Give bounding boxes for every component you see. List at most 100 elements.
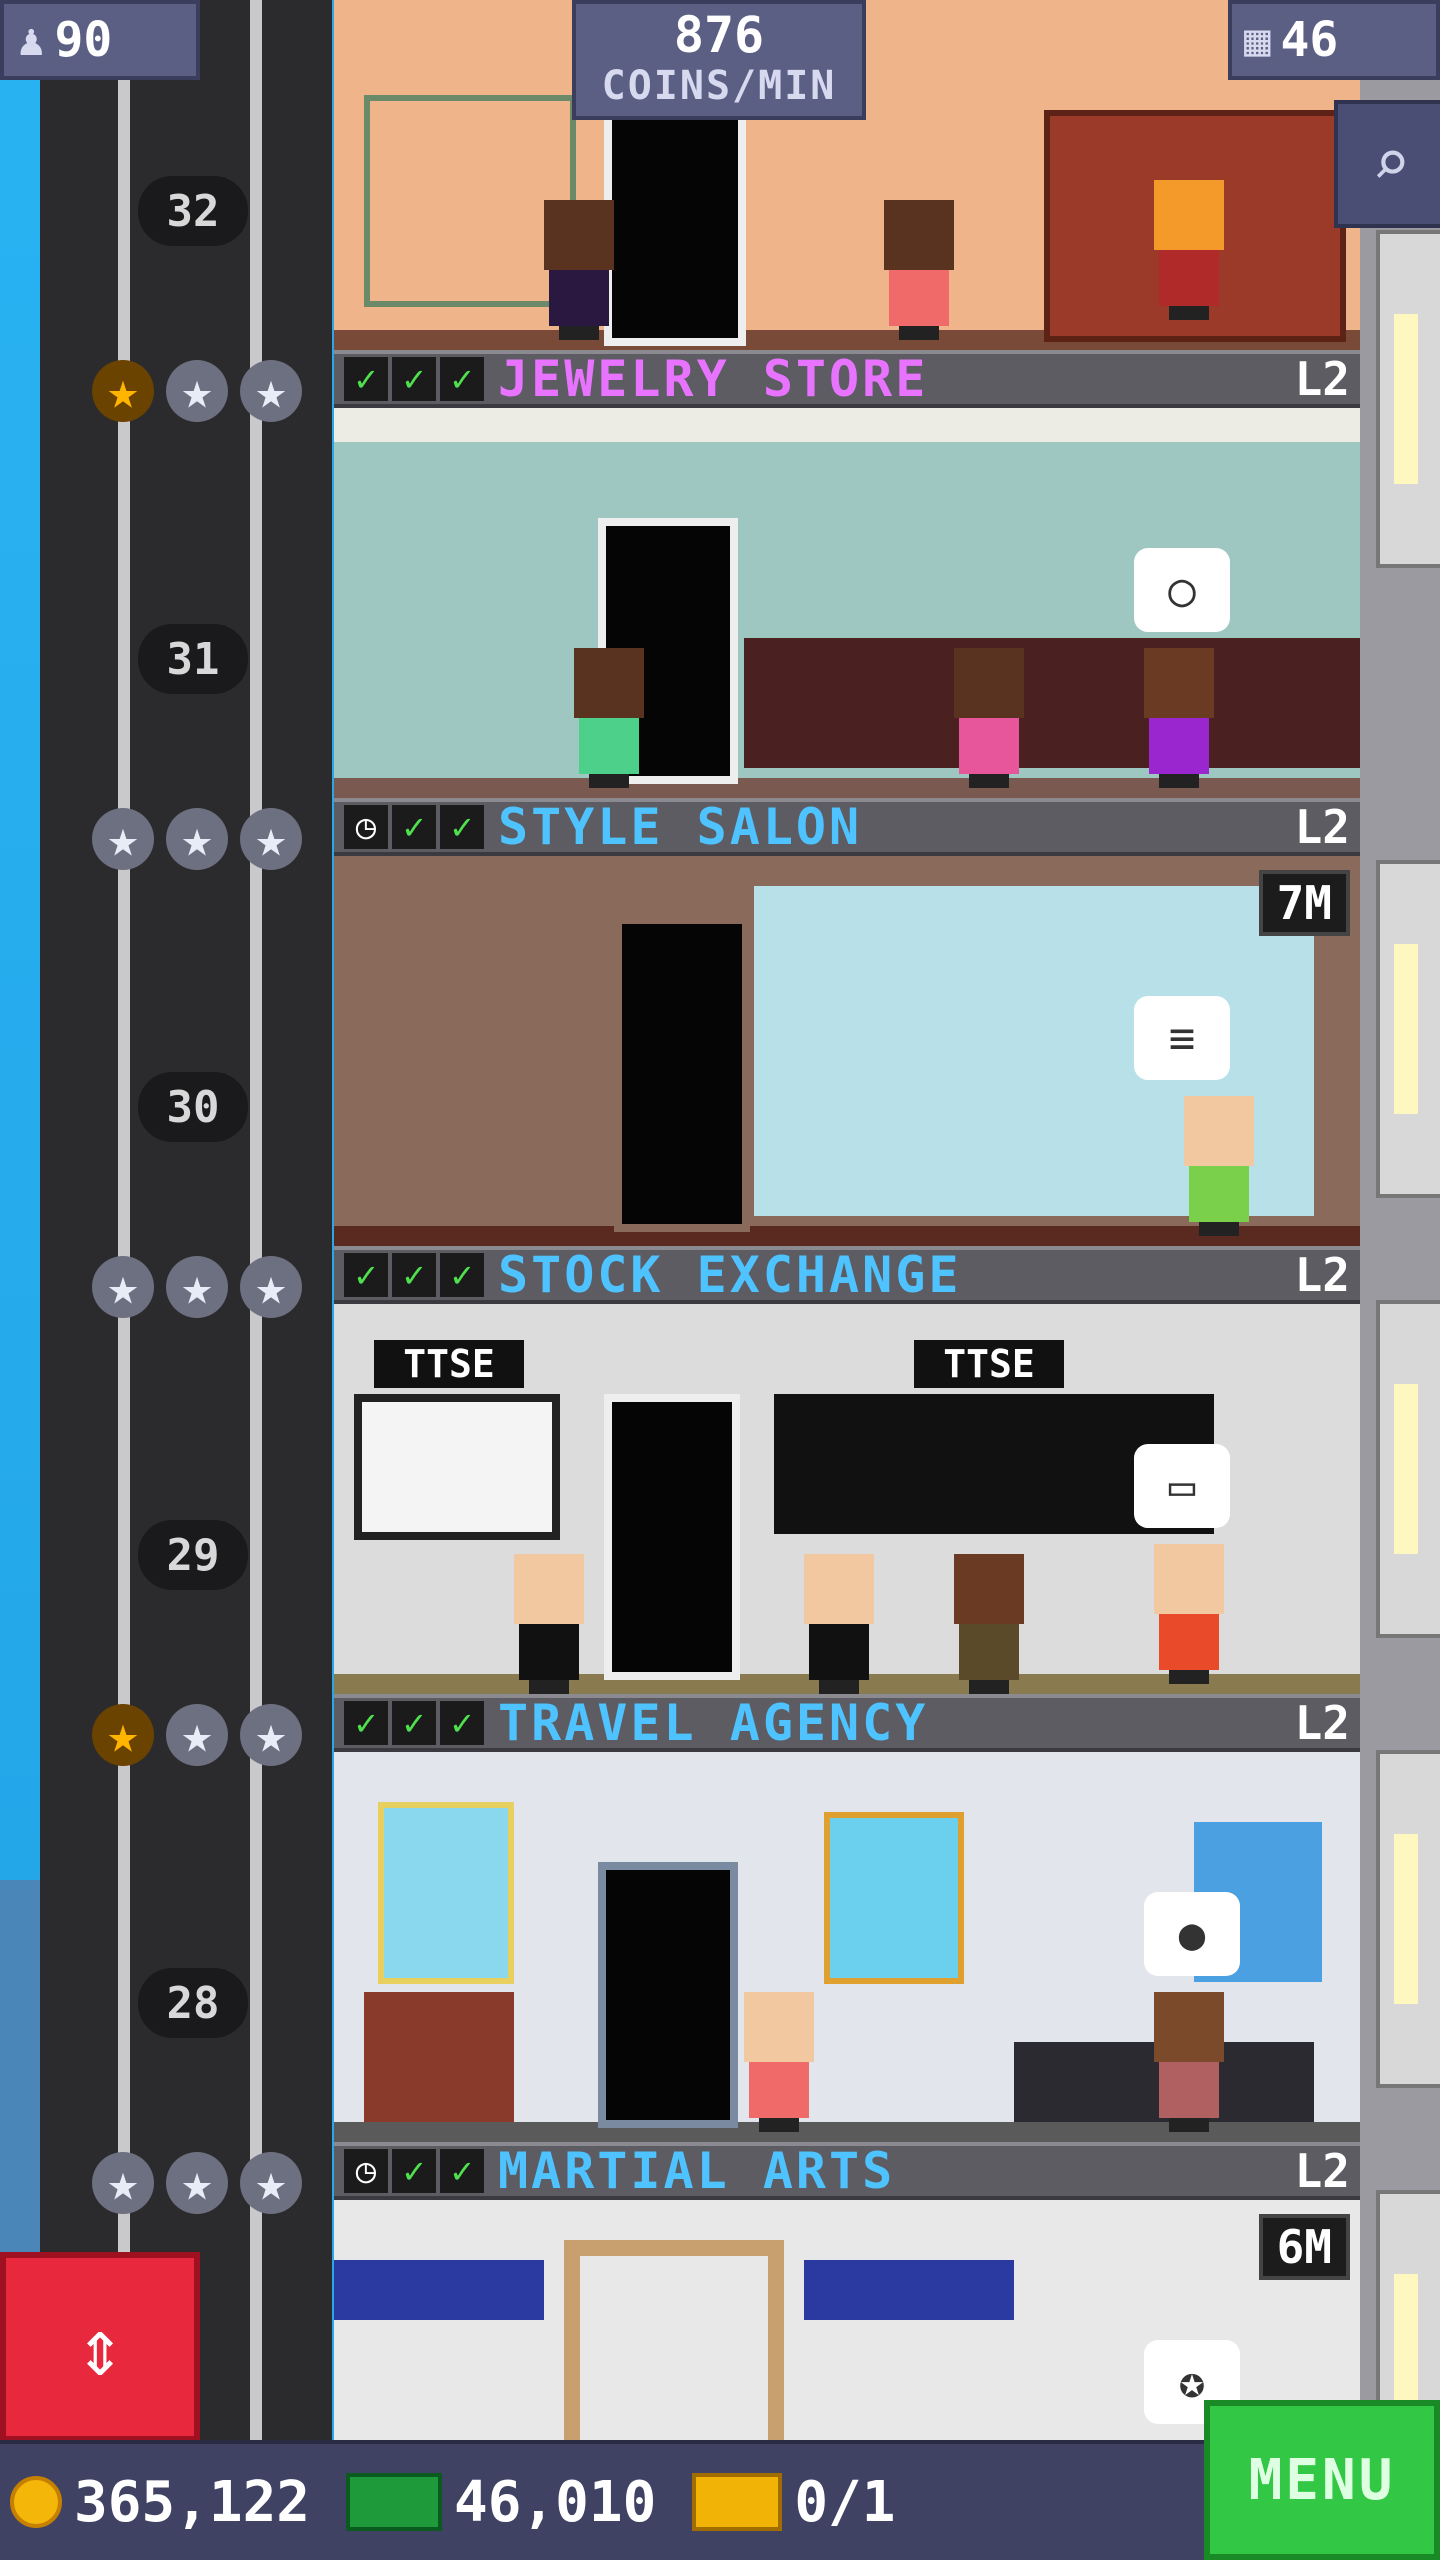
travel-poster bbox=[824, 1812, 964, 1984]
worker[interactable] bbox=[1154, 180, 1224, 320]
window-panel bbox=[1376, 860, 1440, 1198]
coins-balance[interactable]: 365,122 bbox=[10, 2470, 310, 2535]
floor-number: 30 bbox=[138, 1072, 248, 1142]
check-icon: ✓ bbox=[440, 805, 484, 849]
visitor[interactable] bbox=[544, 200, 614, 340]
trader[interactable] bbox=[954, 1554, 1024, 1694]
ticker-sign: TTSE bbox=[914, 1340, 1064, 1388]
floors-value: 46 bbox=[1280, 12, 1339, 68]
floor-header-jewelry-store[interactable]: ✓ ✓ ✓ JEWELRY STORE L2 bbox=[334, 350, 1360, 408]
building-icon: ▦ bbox=[1244, 14, 1271, 66]
floor-name: MARTIAL ARTS bbox=[498, 2142, 896, 2200]
floor-header-travel-agency[interactable]: ✓ ✓ ✓ TRAVEL AGENCY L2 bbox=[334, 1694, 1360, 1752]
silver-star-icon: ★ bbox=[240, 1704, 302, 1766]
bux-icon bbox=[346, 2473, 443, 2531]
check-icon: ✓ bbox=[392, 805, 436, 849]
gold-star-icon: ★ bbox=[92, 1704, 154, 1766]
silver-star-icon: ★ bbox=[166, 2152, 228, 2214]
search-icon[interactable]: ⌕ bbox=[1334, 100, 1440, 228]
check-icon: ✓ bbox=[392, 1701, 436, 1745]
visitor[interactable] bbox=[884, 200, 954, 340]
visitor[interactable] bbox=[1154, 1544, 1224, 1684]
trader[interactable] bbox=[514, 1554, 584, 1694]
floor-number: 32 bbox=[138, 176, 248, 246]
silver-star-icon: ★ bbox=[166, 808, 228, 870]
coins-per-min-display: 876 COINS/MIN bbox=[572, 0, 866, 120]
floor-stars: ★ ★ ★ bbox=[92, 808, 302, 870]
room-door bbox=[604, 110, 746, 346]
dojo-gate bbox=[564, 2240, 784, 2440]
population-value: 90 bbox=[54, 12, 113, 68]
visitor[interactable] bbox=[574, 648, 644, 788]
ticket-icon bbox=[692, 2473, 783, 2531]
silver-star-icon: ★ bbox=[166, 1256, 228, 1318]
check-icon: ✓ bbox=[344, 357, 388, 401]
floor-header-stock-exchange[interactable]: ✓ ✓ ✓ STOCK EXCHANGE L2 bbox=[334, 1246, 1360, 1304]
clock-icon: ◷ bbox=[344, 805, 388, 849]
window-panel bbox=[1376, 1300, 1440, 1638]
coins-per-min-value: 876 bbox=[673, 6, 765, 64]
floor-number: 29 bbox=[138, 1520, 248, 1590]
floor-name: STOCK EXCHANGE bbox=[498, 1246, 962, 1304]
floor-level: L2 bbox=[1294, 352, 1350, 406]
visitor[interactable] bbox=[1184, 1096, 1254, 1236]
silver-star-icon: ★ bbox=[240, 2152, 302, 2214]
silver-star-icon: ★ bbox=[92, 808, 154, 870]
timer-badge: 7M bbox=[1258, 870, 1350, 936]
check-icon: ✓ bbox=[440, 357, 484, 401]
gold-star-icon: ★ bbox=[92, 360, 154, 422]
floor-stars: ★ ★ ★ bbox=[92, 360, 302, 422]
person-icon: ♟ bbox=[18, 14, 45, 66]
brochure-shelf bbox=[364, 1992, 514, 2122]
travel-poster bbox=[378, 1802, 514, 1984]
coins-per-min-label: COINS/MIN bbox=[601, 63, 837, 109]
silver-star-icon: ★ bbox=[92, 2152, 154, 2214]
floor-room-31[interactable]: ◯ bbox=[334, 408, 1360, 798]
room-door bbox=[598, 1862, 738, 2128]
tickets-value: 0/1 bbox=[794, 2469, 896, 2535]
floor-level: L2 bbox=[1294, 1248, 1350, 1302]
check-icon: ✓ bbox=[440, 2149, 484, 2193]
coin-icon bbox=[10, 2476, 62, 2528]
menu-button[interactable]: MENU bbox=[1204, 2400, 1440, 2560]
room-door bbox=[604, 1394, 740, 1680]
worker[interactable] bbox=[1154, 1992, 1224, 2132]
floor-room-29[interactable]: TTSE TTSE ▭ bbox=[334, 1304, 1360, 1694]
silver-star-icon: ★ bbox=[92, 1256, 154, 1318]
floor-header-martial-arts[interactable]: ◷ ✓ ✓ MARTIAL ARTS L2 bbox=[334, 2142, 1360, 2200]
visitor[interactable] bbox=[744, 1992, 814, 2132]
elevator-up-down-button[interactable]: ⇕ bbox=[0, 2252, 200, 2442]
population-counter[interactable]: ♟ 90 bbox=[0, 0, 200, 80]
visitor[interactable] bbox=[954, 648, 1024, 788]
floor-room-30[interactable]: 7M ≡ bbox=[334, 856, 1360, 1246]
trader[interactable] bbox=[804, 1554, 874, 1694]
coins-stack-icon[interactable]: ≡ bbox=[1134, 996, 1230, 1080]
ticker-sign: TTSE bbox=[374, 1340, 524, 1388]
floor-header-style-salon[interactable]: ◷ ✓ ✓ STYLE SALON L2 bbox=[334, 798, 1360, 856]
silver-star-icon: ★ bbox=[166, 360, 228, 422]
check-icon: ✓ bbox=[344, 1253, 388, 1297]
floor-room-28[interactable]: ● bbox=[334, 1752, 1360, 2142]
floor-name: STYLE SALON bbox=[498, 798, 863, 856]
monitor-icon[interactable]: ▭ bbox=[1134, 1444, 1230, 1528]
floor-stars: ★ ★ ★ bbox=[92, 1256, 302, 1318]
check-icon: ✓ bbox=[392, 1253, 436, 1297]
floor-stars: ★ ★ ★ bbox=[92, 2152, 302, 2214]
jewelry-counter bbox=[744, 638, 1360, 768]
check-icon: ✓ bbox=[440, 1253, 484, 1297]
bux-balance[interactable]: 46,010 bbox=[346, 2470, 656, 2535]
map-pin-icon[interactable]: ● bbox=[1144, 1892, 1240, 1976]
silver-star-icon: ★ bbox=[166, 1704, 228, 1766]
stock-chart-screen bbox=[354, 1394, 560, 1540]
coins-value: 365,122 bbox=[74, 2469, 311, 2535]
silver-star-icon: ★ bbox=[240, 1256, 302, 1318]
floors-counter[interactable]: ▦ 46 bbox=[1228, 0, 1440, 80]
check-icon: ✓ bbox=[392, 357, 436, 401]
check-icon: ✓ bbox=[440, 1701, 484, 1745]
room-door bbox=[614, 916, 750, 1232]
floor-number: 31 bbox=[138, 624, 248, 694]
dojo-banner bbox=[334, 2260, 544, 2320]
worker[interactable] bbox=[1144, 648, 1214, 788]
tickets-balance[interactable]: 0/1 bbox=[692, 2470, 895, 2535]
ring-icon[interactable]: ◯ bbox=[1134, 548, 1230, 632]
